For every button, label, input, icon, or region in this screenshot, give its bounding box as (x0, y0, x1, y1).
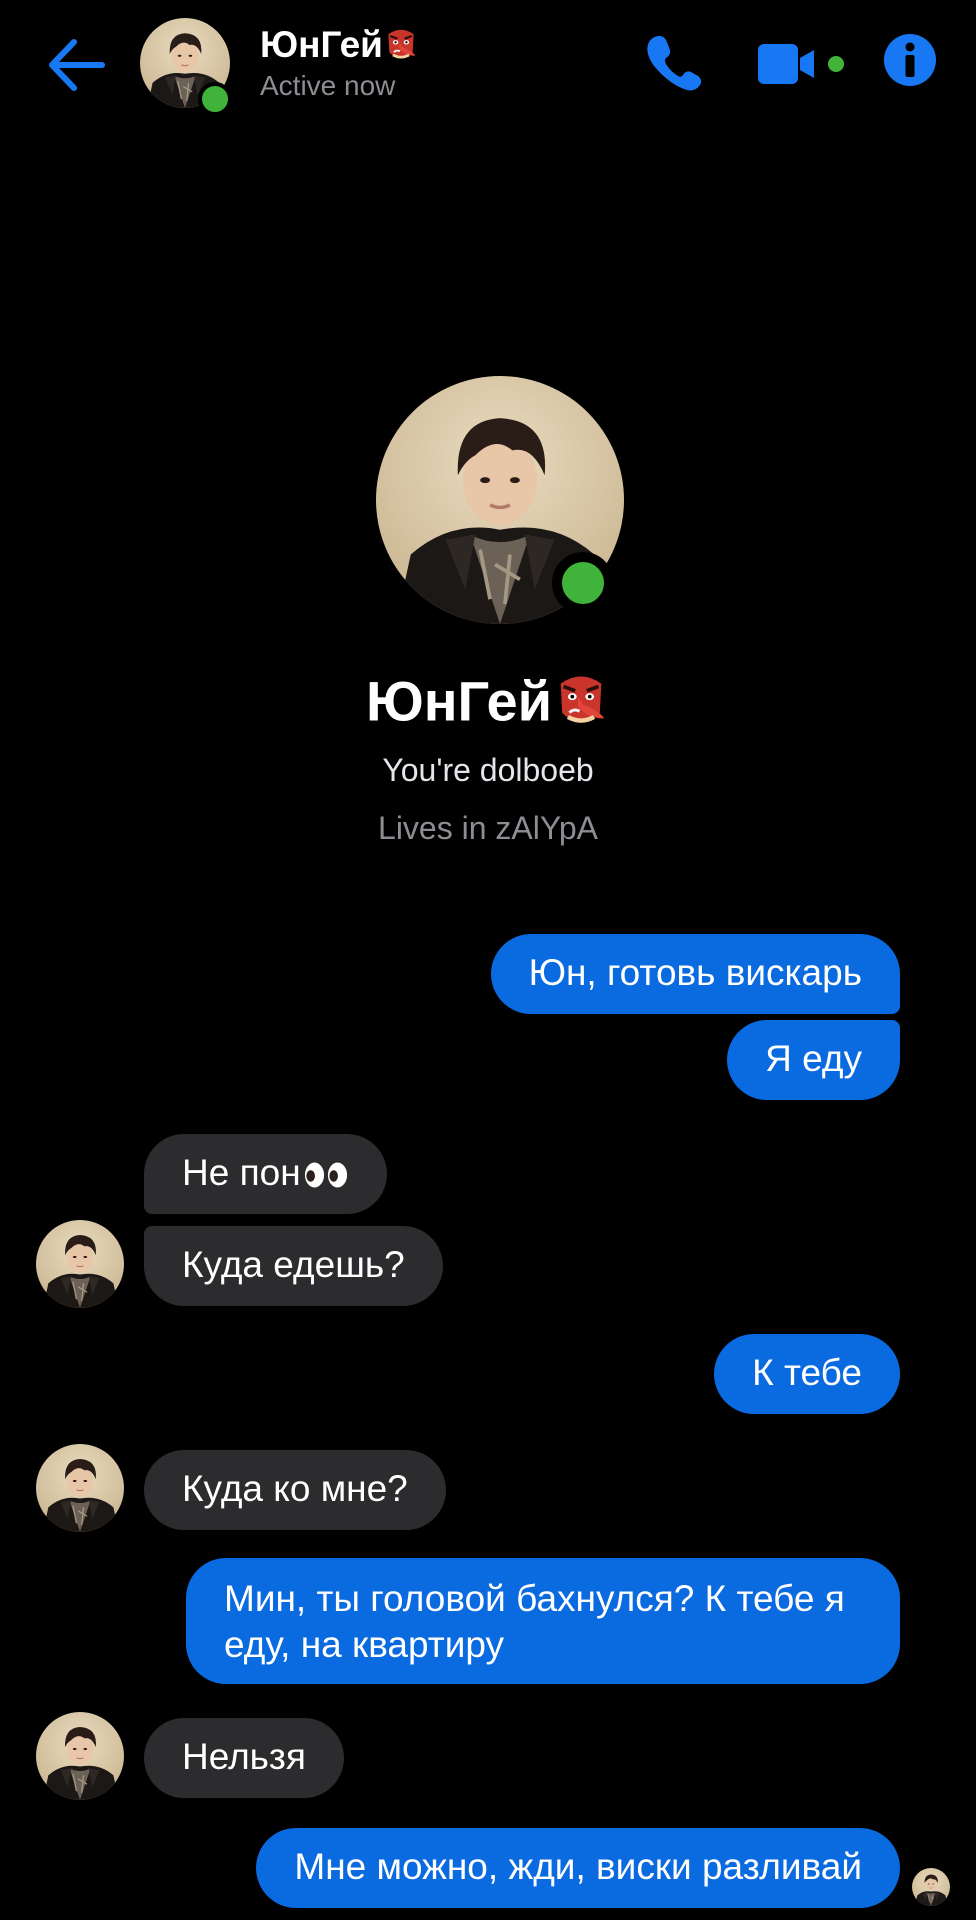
back-button[interactable] (40, 28, 114, 102)
voice-call-button[interactable] (640, 30, 704, 94)
read-receipt-avatar (912, 1868, 950, 1906)
tengu-mask-emoji (383, 25, 419, 65)
sender-avatar[interactable] (36, 1444, 124, 1532)
message-outgoing[interactable]: Юн, готовь вискарь (490, 934, 900, 1014)
profile-location: Lives in zAlYpA (378, 810, 598, 846)
message-incoming[interactable]: Куда ко мне? (144, 1450, 446, 1530)
message-incoming[interactable]: Куда едешь? (144, 1226, 443, 1306)
profile-tagline: You're dolboeb (382, 752, 594, 788)
eyes-emoji (304, 1162, 347, 1188)
message-outgoing[interactable]: Я еду (727, 1020, 900, 1100)
info-icon (884, 34, 936, 86)
tengu-mask-emoji (552, 669, 610, 733)
message-incoming[interactable]: Не пон (144, 1134, 387, 1214)
arrow-left-icon (49, 39, 105, 91)
sender-avatar[interactable] (36, 1220, 124, 1308)
contact-name[interactable]: ЮнГей (260, 22, 419, 66)
phone-icon (647, 35, 702, 91)
message-outgoing[interactable]: К тебе (714, 1334, 900, 1414)
video-camera-icon (758, 44, 844, 84)
sender-avatar[interactable] (36, 1712, 124, 1800)
active-status: Active now (260, 70, 396, 101)
profile-name: ЮнГей (0, 664, 976, 734)
info-button[interactable] (882, 32, 938, 88)
online-indicator (198, 82, 232, 116)
message-outgoing[interactable]: Мин, ты головой бахнулся? К тебе я еду, … (186, 1558, 900, 1684)
message-outgoing[interactable]: Мне можно, жди, виски разливай (256, 1828, 900, 1908)
message-incoming[interactable]: Нельзя (144, 1718, 344, 1798)
video-call-button[interactable] (756, 40, 846, 88)
online-indicator-large (552, 552, 614, 614)
